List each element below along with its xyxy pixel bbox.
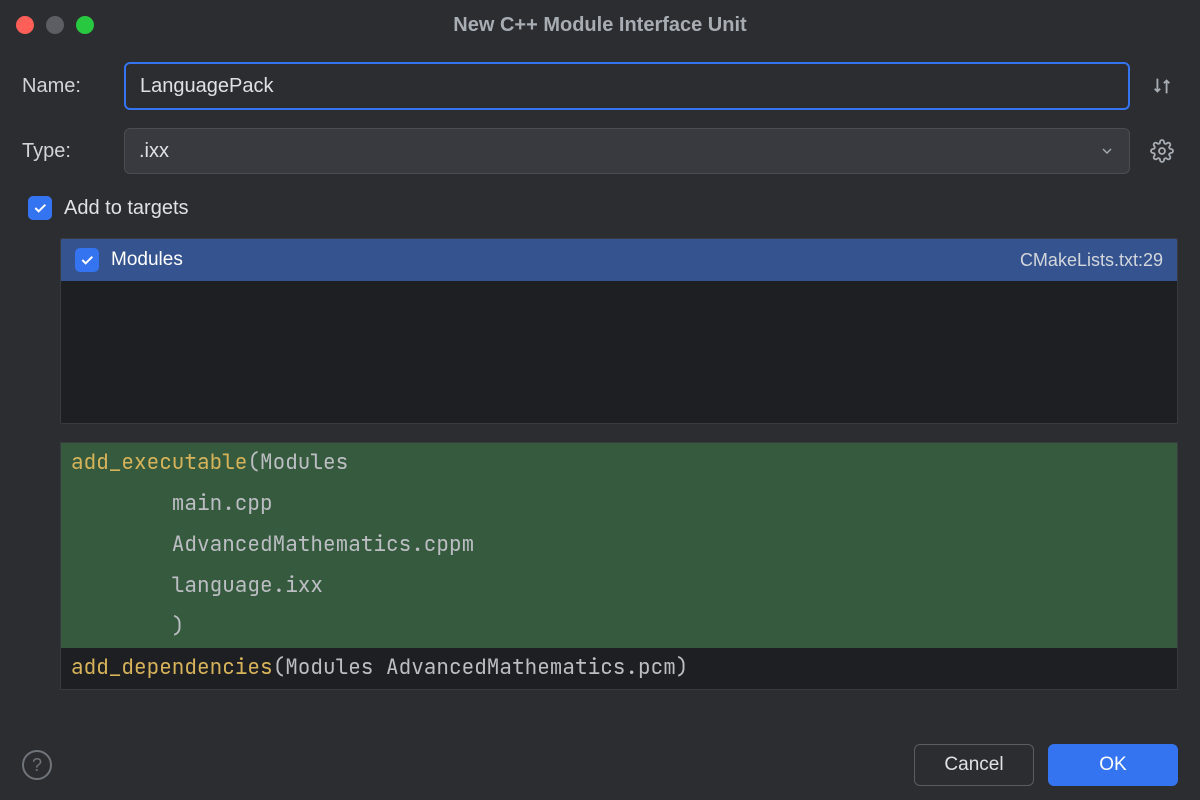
help-icon[interactable]: ? [22,750,52,780]
name-input[interactable] [124,62,1130,110]
target-row[interactable]: Modules CMakeLists.txt:29 [61,239,1177,281]
title-bar: New C++ Module Interface Unit [0,0,1200,50]
name-label: Name: [22,75,108,98]
dialog-title: New C++ Module Interface Unit [0,14,1200,37]
dialog-footer: ? Cancel OK [0,730,1200,800]
add-to-targets-checkbox[interactable] [28,196,52,220]
code-line: language.ixx [61,566,1177,607]
target-name: Modules [111,249,1008,271]
cmake-preview: add_executable(Modules main.cpp Advanced… [60,442,1178,690]
window-close-button[interactable] [16,16,34,34]
window-minimize-button[interactable] [46,16,64,34]
window-controls [16,16,94,34]
add-to-targets-label: Add to targets [64,197,189,220]
ok-button[interactable]: OK [1048,744,1178,786]
target-checkbox[interactable] [75,248,99,272]
code-line: add_executable(Modules [61,443,1177,484]
code-line: ) [61,607,1177,648]
type-value: .ixx [139,140,169,163]
name-row: Name: [22,62,1178,110]
add-to-targets-row: Add to targets [22,192,1178,220]
code-line: main.cpp [61,484,1177,525]
target-file: CMakeLists.txt:29 [1020,250,1163,271]
targets-list[interactable]: Modules CMakeLists.txt:29 [60,238,1178,424]
window-zoom-button[interactable] [76,16,94,34]
cancel-button[interactable]: Cancel [914,744,1034,786]
sort-icon[interactable] [1146,75,1178,97]
type-label: Type: [22,140,108,163]
gear-icon[interactable] [1146,139,1178,163]
chevron-down-icon [1099,143,1115,159]
code-line: AdvancedMathematics.cppm [61,525,1177,566]
code-line: add_dependencies(Modules AdvancedMathema… [61,648,1177,689]
type-select[interactable]: .ixx [124,128,1130,174]
type-row: Type: .ixx [22,128,1178,174]
